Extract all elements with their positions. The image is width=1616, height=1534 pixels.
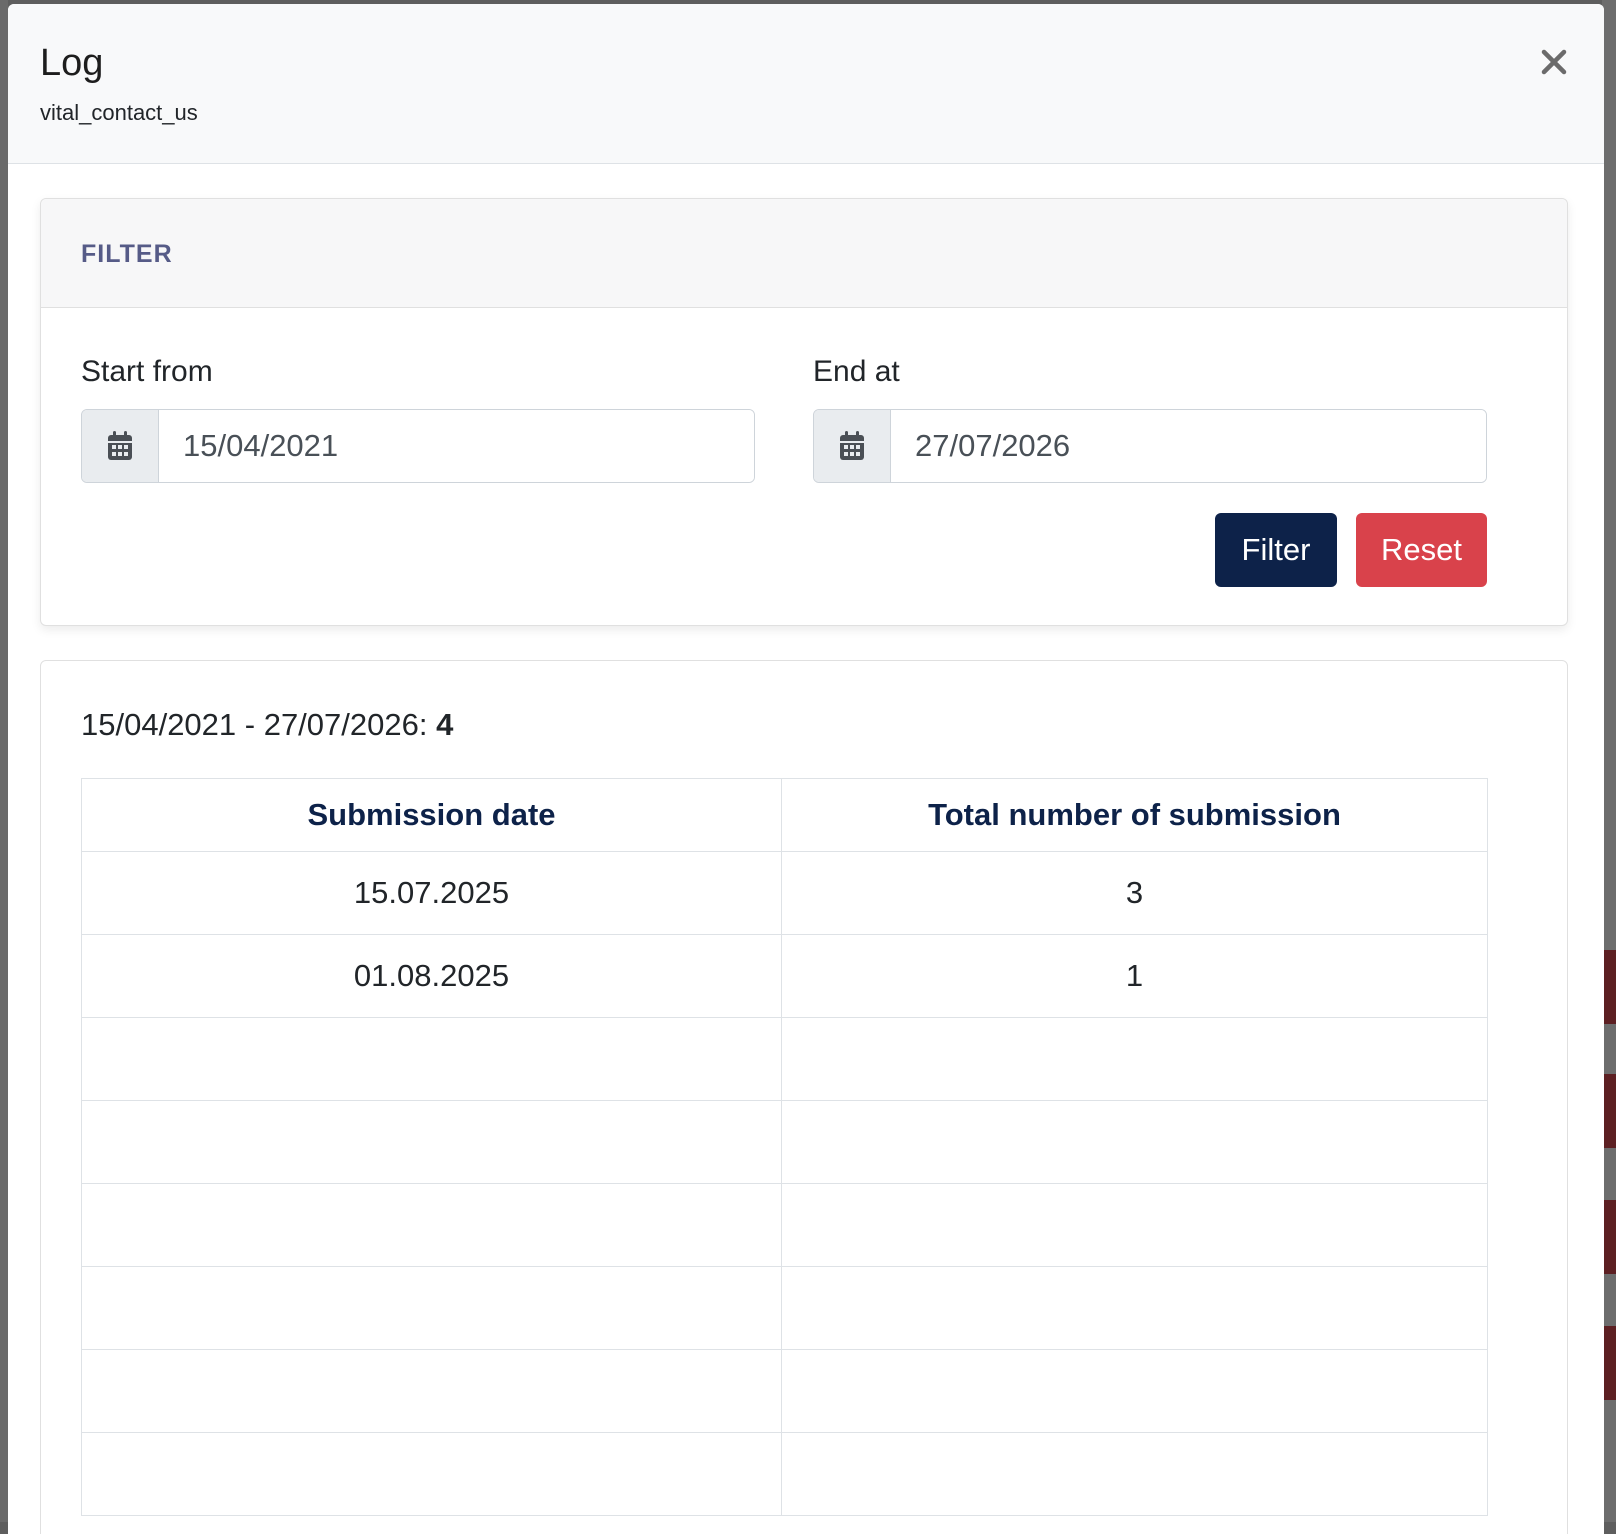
modal-title: Log (40, 42, 104, 84)
filter-card-header: FILTER (41, 199, 1567, 308)
table-row: 15.07.2025 3 (81, 851, 1488, 935)
cell-submission-date (81, 1100, 782, 1184)
table-row (81, 1100, 1488, 1184)
start-date-label: Start from (81, 355, 213, 388)
cell-submission-date (81, 1349, 782, 1433)
cell-total-submissions (781, 1183, 1488, 1267)
cell-submission-date (81, 1017, 782, 1101)
start-date-input[interactable] (159, 410, 754, 482)
cell-total-submissions (781, 1432, 1488, 1516)
filter-section-title: FILTER (81, 240, 173, 268)
log-modal: Log vital_contact_us FILTER Start from 1… (8, 4, 1604, 1534)
submission-log-table: Submission date Total number of submissi… (81, 778, 1488, 1516)
results-total: 4 (436, 707, 454, 742)
background-bar (1604, 1326, 1616, 1400)
background-page-left (0, 0, 8, 1522)
close-button[interactable] (1534, 42, 1574, 82)
table-row: 01.08.2025 1 (81, 934, 1488, 1018)
filter-button[interactable]: Filter (1215, 513, 1337, 587)
cell-total-submissions (781, 1349, 1488, 1433)
end-date-addon[interactable] (814, 410, 891, 482)
cell-total-submissions (781, 1266, 1488, 1350)
cell-submission-date: 15.07.2025 (81, 851, 782, 935)
results-card: 15/04/2021 - 27/07/2026: 4 Submission da… (40, 660, 1568, 1534)
background-page-right (1602, 0, 1616, 1522)
modal-subtitle: vital_contact_us (40, 100, 198, 125)
end-date-input[interactable] (891, 410, 1486, 482)
results-range: 15/04/2021 - 27/07/2026: (81, 707, 428, 742)
table-header-row: Submission date Total number of submissi… (81, 778, 1488, 852)
calendar-icon (108, 431, 132, 460)
table-row (81, 1266, 1488, 1350)
background-bar (1604, 950, 1616, 1024)
table-row (81, 1349, 1488, 1433)
end-date-group (813, 409, 1487, 483)
reset-button[interactable]: Reset (1356, 513, 1487, 587)
table-row (81, 1017, 1488, 1101)
results-summary: 15/04/2021 - 27/07/2026: 4 (81, 707, 453, 743)
column-header-submission-date: Submission date (81, 778, 782, 852)
cell-total-submissions (781, 1017, 1488, 1101)
cell-submission-date (81, 1266, 782, 1350)
table-row (81, 1183, 1488, 1267)
filter-card: FILTER Start from End at (40, 198, 1568, 626)
background-bar (1604, 1200, 1616, 1274)
table-row (81, 1432, 1488, 1516)
cell-total-submissions: 3 (781, 851, 1488, 935)
start-date-addon[interactable] (82, 410, 159, 482)
cell-submission-date: 01.08.2025 (81, 934, 782, 1018)
cell-submission-date (81, 1183, 782, 1267)
end-date-label: End at (813, 355, 900, 388)
cell-total-submissions (781, 1100, 1488, 1184)
modal-header: Log vital_contact_us (8, 4, 1604, 164)
cell-total-submissions: 1 (781, 934, 1488, 1018)
background-bar (1604, 1074, 1616, 1148)
close-icon (1541, 49, 1567, 75)
calendar-icon (840, 431, 864, 460)
column-header-total-submissions: Total number of submission (781, 778, 1488, 852)
start-date-group (81, 409, 755, 483)
cell-submission-date (81, 1432, 782, 1516)
